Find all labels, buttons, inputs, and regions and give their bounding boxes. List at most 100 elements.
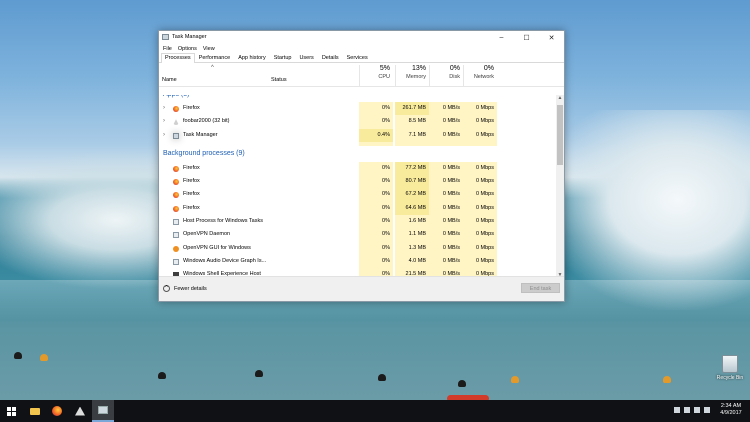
table-row[interactable]: Firefox 0% 80.7 MB 0 MB/s 0 Mbps (159, 175, 557, 189)
tab-bar: Processes Performance App history Startu… (159, 53, 564, 63)
tab-performance[interactable]: Performance (195, 53, 235, 62)
memory-value: 80.7 MB (395, 175, 429, 189)
firefox-icon (52, 406, 62, 416)
notification-icon[interactable] (704, 407, 710, 413)
cpu-value: 0% (359, 115, 393, 129)
column-network[interactable]: 0% Network (463, 65, 497, 86)
process-name: Firefox (183, 105, 200, 111)
process-name: Firefox (183, 178, 200, 185)
column-cpu[interactable]: 5% CPU (359, 65, 393, 86)
cpu-value: 0% (359, 188, 393, 202)
recycle-bin-desktop-icon[interactable]: Recycle Bin (713, 355, 747, 387)
surfer (511, 376, 519, 383)
tab-services[interactable]: Services (343, 53, 372, 62)
group-background-processes[interactable]: Background processes (9) (159, 146, 557, 162)
row-spacer-cell (463, 141, 497, 146)
surfer (255, 370, 263, 377)
vpn-tray-icon[interactable] (694, 407, 700, 413)
row-spacer-cell (395, 141, 429, 146)
menu-file[interactable]: File (163, 46, 172, 52)
tab-app-history[interactable]: App history (234, 53, 270, 62)
generic-process-icon (173, 232, 179, 239)
fewer-details-label: Fewer details (174, 285, 207, 292)
process-name: Host Process for Windows Tasks (183, 218, 263, 225)
process-name: foobar2000 (32 bit) (183, 118, 230, 125)
memory-value: 7.1 MB (395, 128, 429, 142)
task-manager-icon (173, 132, 179, 139)
firefox-icon (173, 205, 179, 212)
scroll-up-icon[interactable]: ▲ (556, 95, 564, 101)
volume-tray-icon[interactable] (684, 407, 690, 413)
table-row[interactable]: OpenVPN GUI for Windows 0% 1.3 MB 0 MB/s… (159, 241, 557, 255)
foobar-taskbar-button[interactable] (69, 400, 91, 422)
disk-value: 0 MB/s (429, 241, 463, 255)
end-task-button[interactable]: End task (521, 283, 560, 293)
expand-chevron-icon[interactable]: › (163, 129, 165, 142)
table-row[interactable]: Host Process for Windows Tasks 0% 1.6 MB… (159, 215, 557, 229)
firefox-taskbar-button[interactable] (46, 400, 68, 422)
table-row[interactable]: Firefox 0% 67.2 MB 0 MB/s 0 Mbps (159, 188, 557, 202)
file-explorer-button[interactable] (24, 400, 46, 422)
disk-value: 0 MB/s (429, 115, 463, 129)
taskbar-clock[interactable]: 2:34 AM 4/9/2017 (716, 403, 746, 417)
task-manager-icon (162, 34, 169, 40)
cpu-value: 0% (359, 161, 393, 176)
table-row[interactable]: › Firefox 0% 261.7 MB 0 MB/s 0 Mbps (159, 102, 557, 116)
process-name: Firefox (183, 191, 200, 198)
memory-value: 261.7 MB (395, 102, 429, 116)
memory-value: 77.2 MB (395, 161, 429, 176)
tab-processes[interactable]: Processes (161, 53, 195, 63)
menu-view[interactable]: View (203, 46, 215, 52)
row-spacer-cell (429, 141, 463, 146)
surfer (14, 352, 22, 359)
tab-users[interactable]: Users (295, 53, 317, 62)
network-tray-icon[interactable] (674, 407, 680, 413)
table-row[interactable]: Windows Audio Device Graph Is... 0% 4.0 … (159, 254, 557, 269)
table-row[interactable]: OpenVPN Daemon 0% 1.1 MB 0 MB/s 0 Mbps (159, 228, 557, 242)
task-manager-taskbar-button[interactable] (92, 400, 114, 422)
maximize-button[interactable]: ☐ (514, 31, 539, 44)
column-header: ^ Name Status 5% CPU 13% Memory 0% Disk … (159, 63, 564, 87)
menu-options[interactable]: Options (178, 46, 197, 52)
column-memory[interactable]: 13% Memory (395, 65, 429, 86)
table-row[interactable]: › foobar2000 (32 bit) 0% 8.5 MB 0 MB/s 0… (159, 115, 557, 129)
firefox-icon (173, 106, 179, 112)
memory-value: 4.0 MB (395, 254, 429, 269)
column-disk[interactable]: 0% Disk (429, 65, 463, 86)
network-value: 0 Mbps (463, 201, 497, 216)
disk-label: Disk (449, 74, 460, 80)
process-name: Firefox (183, 204, 200, 211)
disk-value: 0 MB/s (429, 215, 463, 229)
network-value: 0 Mbps (463, 228, 497, 242)
title-bar[interactable]: Task Manager – ☐ ✕ (159, 31, 564, 44)
table-row[interactable]: Firefox 0% 77.2 MB 0 MB/s 0 Mbps (159, 161, 557, 176)
memory-total: 13% (411, 65, 426, 72)
close-button[interactable]: ✕ (539, 31, 564, 44)
memory-value: 64.6 MB (395, 201, 429, 216)
surfer (458, 380, 466, 387)
tab-startup[interactable]: Startup (270, 53, 296, 62)
cpu-value: 0% (359, 228, 393, 242)
task-manager-icon (98, 406, 108, 414)
column-name[interactable]: Name (162, 77, 177, 83)
tab-details[interactable]: Details (318, 53, 343, 62)
taskbar: 2:34 AM 4/9/2017 (0, 400, 750, 422)
memory-value: 1.3 MB (395, 241, 429, 255)
group-apps[interactable]: Apps (3) (159, 95, 557, 102)
process-name: Firefox (183, 164, 200, 171)
table-row[interactable]: › Task Manager 0.4% 7.1 MB 0 MB/s 0 Mbps (159, 128, 557, 142)
expand-chevron-icon[interactable]: › (163, 102, 165, 115)
system-tray (674, 407, 710, 413)
generic-process-icon (173, 219, 179, 226)
start-button[interactable] (0, 400, 22, 422)
process-name: Windows Audio Device Graph Is... (183, 257, 267, 264)
cpu-value: 0% (359, 175, 393, 189)
fewer-details-button[interactable]: ^ Fewer details (163, 285, 207, 292)
scroll-thumb[interactable] (557, 105, 563, 165)
table-row[interactable]: Firefox 0% 64.6 MB 0 MB/s 0 Mbps (159, 201, 557, 216)
expand-chevron-icon[interactable]: › (163, 115, 165, 128)
minimize-button[interactable]: – (489, 31, 514, 44)
column-status[interactable]: Status (271, 77, 287, 83)
cpu-value: 0% (359, 241, 393, 255)
vertical-scrollbar[interactable]: ▲ ▼ (556, 95, 564, 278)
